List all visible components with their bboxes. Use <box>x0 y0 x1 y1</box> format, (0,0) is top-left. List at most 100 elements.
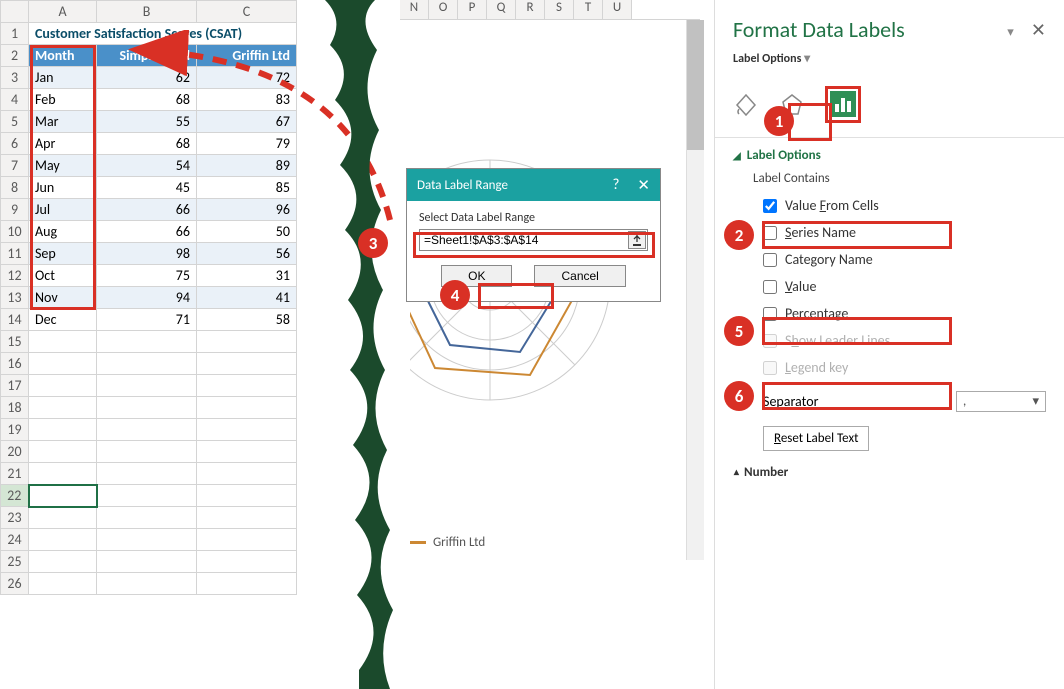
cell[interactable]: Apr <box>29 133 97 155</box>
effects-icon[interactable] <box>779 92 805 118</box>
row-header[interactable]: 23 <box>1 507 29 529</box>
percentage-checkbox-row[interactable]: Percentage <box>715 300 1064 327</box>
cell[interactable]: 45 <box>97 177 197 199</box>
cell[interactable] <box>197 419 297 441</box>
cell[interactable]: 72 <box>197 67 297 89</box>
category-name-checkbox-row[interactable]: Category Name <box>715 246 1064 273</box>
cell[interactable] <box>97 529 197 551</box>
cell[interactable]: 83 <box>197 89 297 111</box>
cell[interactable] <box>97 397 197 419</box>
cell[interactable]: May <box>29 155 97 177</box>
row-header[interactable]: 8 <box>1 177 29 199</box>
row-header[interactable]: 2 <box>1 45 29 67</box>
cell[interactable] <box>197 573 297 595</box>
category-name-checkbox[interactable] <box>763 253 777 267</box>
cell[interactable] <box>97 507 197 529</box>
cell[interactable]: Mar <box>29 111 97 133</box>
row-header[interactable]: 6 <box>1 133 29 155</box>
header-month[interactable]: Month <box>29 45 97 67</box>
cell[interactable] <box>97 551 197 573</box>
data-label-range-input[interactable] <box>419 229 648 251</box>
row-header[interactable]: 13 <box>1 287 29 309</box>
cell[interactable]: Jun <box>29 177 97 199</box>
cell[interactable] <box>29 353 97 375</box>
select-all-cell[interactable] <box>1 1 29 23</box>
dialog-titlebar[interactable]: Data Label Range ? ✕ <box>407 169 660 201</box>
cell[interactable] <box>29 331 97 353</box>
cell[interactable]: 75 <box>97 265 197 287</box>
cell[interactable] <box>197 397 297 419</box>
value-from-cells-checkbox-row[interactable]: Value From Cells <box>715 192 1064 219</box>
cell[interactable]: 56 <box>197 243 297 265</box>
col-header[interactable]: O <box>429 0 458 19</box>
row-header[interactable]: 17 <box>1 375 29 397</box>
cell[interactable]: Jul <box>29 199 97 221</box>
row-header[interactable]: 1 <box>1 23 29 45</box>
value-checkbox[interactable] <box>763 280 777 294</box>
cell[interactable]: 58 <box>197 309 297 331</box>
col-header-a[interactable]: A <box>29 1 97 23</box>
cell[interactable]: 94 <box>97 287 197 309</box>
cell[interactable] <box>97 573 197 595</box>
cell[interactable]: 62 <box>97 67 197 89</box>
cell[interactable] <box>197 529 297 551</box>
cell[interactable]: 98 <box>97 243 197 265</box>
cell[interactable]: Sep <box>29 243 97 265</box>
dialog-close-icon[interactable]: ✕ <box>637 176 650 195</box>
value-from-cells-checkbox[interactable] <box>763 199 777 213</box>
collapse-dialog-icon[interactable] <box>628 231 646 249</box>
header-griffin[interactable]: Griffin Ltd <box>197 45 297 67</box>
row-header[interactable]: 9 <box>1 199 29 221</box>
cell[interactable] <box>97 375 197 397</box>
reset-label-text-button[interactable]: Reset Label Text <box>763 426 869 451</box>
cell[interactable] <box>97 441 197 463</box>
row-header[interactable]: 5 <box>1 111 29 133</box>
row-header[interactable]: 15 <box>1 331 29 353</box>
row-header[interactable]: 22 <box>1 485 29 507</box>
cell[interactable]: 66 <box>97 199 197 221</box>
active-cell[interactable] <box>29 485 97 507</box>
row-header[interactable]: 21 <box>1 463 29 485</box>
cell[interactable]: Jan <box>29 67 97 89</box>
row-header[interactable]: 14 <box>1 309 29 331</box>
percentage-checkbox[interactable] <box>763 307 777 321</box>
col-header[interactable]: T <box>574 0 603 19</box>
cell[interactable] <box>29 573 97 595</box>
row-header[interactable]: 24 <box>1 529 29 551</box>
separator-dropdown[interactable]: ,▾ <box>956 391 1046 412</box>
cell[interactable]: 71 <box>97 309 197 331</box>
cell[interactable] <box>97 331 197 353</box>
cell[interactable]: 89 <box>197 155 297 177</box>
col-header-b[interactable]: B <box>97 1 197 23</box>
scrollbar-thumb[interactable] <box>687 20 704 150</box>
cell[interactable] <box>97 485 197 507</box>
col-header[interactable]: Q <box>487 0 516 19</box>
value-checkbox-row[interactable]: Value <box>715 273 1064 300</box>
series-name-checkbox[interactable] <box>763 226 777 240</box>
cell[interactable] <box>197 551 297 573</box>
row-header[interactable]: 10 <box>1 221 29 243</box>
cell[interactable]: 50 <box>197 221 297 243</box>
cell[interactable]: 68 <box>97 133 197 155</box>
row-header[interactable]: 11 <box>1 243 29 265</box>
row-header[interactable]: 3 <box>1 67 29 89</box>
row-header[interactable]: 20 <box>1 441 29 463</box>
data-grid[interactable]: A B C 1 Customer Satisfaction Scores (CS… <box>0 0 297 595</box>
cell[interactable] <box>97 463 197 485</box>
cell[interactable] <box>29 463 97 485</box>
fill-line-icon[interactable] <box>733 92 759 118</box>
row-header[interactable]: 4 <box>1 89 29 111</box>
cell[interactable] <box>197 353 297 375</box>
cell[interactable]: 67 <box>197 111 297 133</box>
row-header[interactable]: 26 <box>1 573 29 595</box>
cell[interactable]: 96 <box>197 199 297 221</box>
cell[interactable]: 79 <box>197 133 297 155</box>
row-header[interactable]: 18 <box>1 397 29 419</box>
cell[interactable] <box>197 375 297 397</box>
cell[interactable] <box>197 485 297 507</box>
cell[interactable]: 68 <box>97 89 197 111</box>
pane-close-icon[interactable]: ✕ <box>1031 19 1046 41</box>
cell[interactable]: 85 <box>197 177 297 199</box>
cell[interactable] <box>197 463 297 485</box>
series-name-checkbox-row[interactable]: Series Name <box>715 219 1064 246</box>
